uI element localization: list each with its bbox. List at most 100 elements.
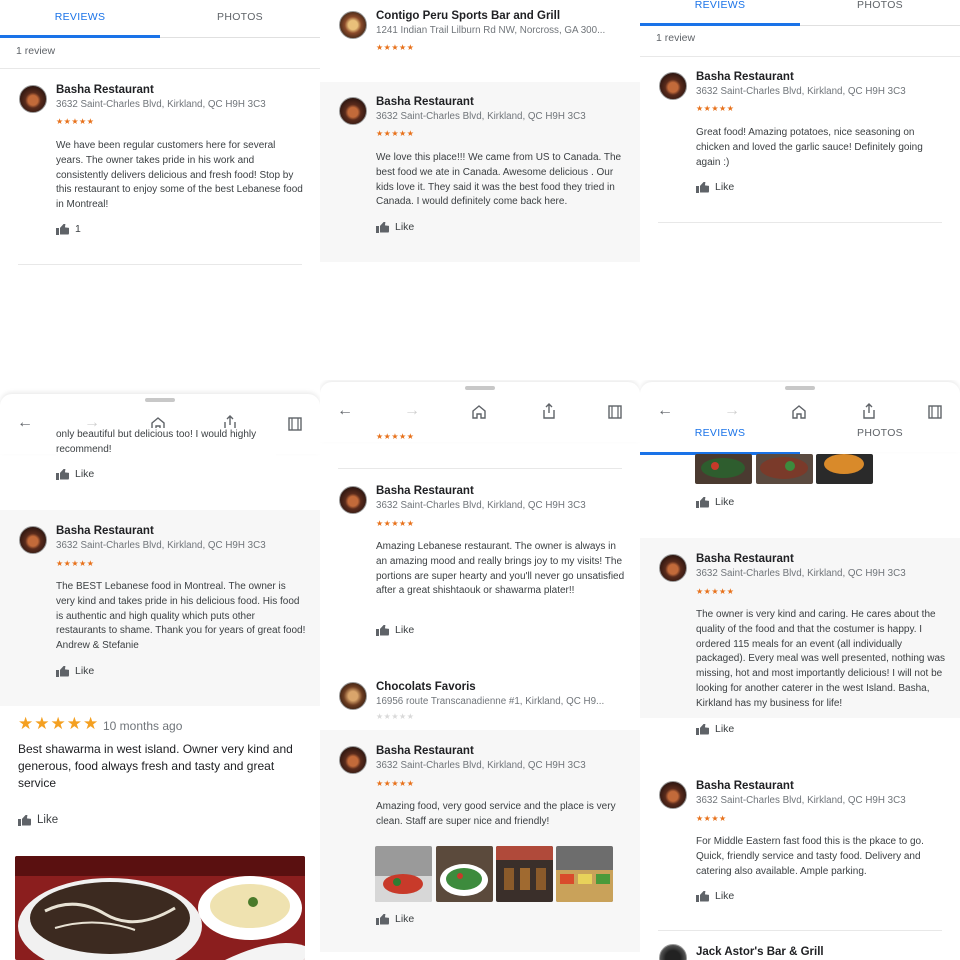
review-photo[interactable] bbox=[816, 454, 873, 484]
tab-bar: REVIEWS PHOTOS bbox=[0, 0, 320, 38]
home-icon[interactable] bbox=[471, 404, 487, 420]
review-photo[interactable] bbox=[375, 846, 432, 902]
review-photo[interactable] bbox=[436, 846, 493, 902]
review-text: Amazing Lebanese restaurant. The owner i… bbox=[376, 541, 625, 597]
like-button[interactable]: Like bbox=[376, 221, 414, 233]
avatar[interactable] bbox=[339, 97, 367, 125]
review-text: Amazing food, very good service and the … bbox=[376, 801, 616, 827]
like-button[interactable]: Like bbox=[56, 468, 94, 480]
other-review-card: Jack Astor's Bar & Grill bbox=[640, 940, 960, 960]
review-photo[interactable] bbox=[556, 846, 613, 902]
place-address: 3632 Saint-Charles Blvd, Kirkland, QC H9… bbox=[376, 111, 586, 122]
reviewer-name[interactable]: Basha Restaurant bbox=[376, 96, 474, 108]
review-card: Basha Restaurant 3632 Saint-Charles Blvd… bbox=[640, 538, 960, 718]
star-rating: ★★★★★ bbox=[376, 432, 415, 441]
review-card: Basha Restaurant 3632 Saint-Charles Blvd… bbox=[640, 57, 960, 227]
tab-photos[interactable]: PHOTOS bbox=[800, 0, 960, 25]
review-text-partial: only beautiful but delicious too! I woul… bbox=[56, 428, 276, 458]
place-address: 1241 Indian Trail Lilburn Rd NW, Norcros… bbox=[376, 25, 606, 36]
tab-bar: REVIEWS PHOTOS bbox=[640, 416, 960, 455]
review-text: The BEST Lebanese food in Montreal. The … bbox=[56, 581, 306, 652]
place-address: 3632 Saint-Charles Blvd, Kirkland, QC H9… bbox=[696, 568, 906, 579]
panel-top-right: REVIEWS PHOTOS 1 review Basha Restaurant… bbox=[640, 0, 960, 380]
like-count: 1 bbox=[75, 223, 81, 235]
avatar[interactable] bbox=[19, 85, 47, 113]
drag-handle[interactable] bbox=[145, 398, 175, 402]
star-rating: ★★★★★ bbox=[56, 117, 95, 126]
back-arrow-icon[interactable]: ← bbox=[335, 402, 355, 420]
tab-reviews[interactable]: REVIEWS bbox=[640, 0, 800, 26]
reviewer-name[interactable]: Basha Restaurant bbox=[56, 525, 154, 537]
reviewer-name[interactable]: Basha Restaurant bbox=[376, 485, 474, 497]
share-icon[interactable] bbox=[541, 403, 557, 419]
review-photo[interactable] bbox=[695, 454, 752, 484]
review-card: Basha Restaurant 3632 Saint-Charles Blvd… bbox=[320, 730, 640, 952]
review-text: We have been regular customers here for … bbox=[56, 140, 303, 211]
review-time: 10 months ago bbox=[103, 719, 183, 733]
thumbs-up-icon bbox=[376, 222, 389, 233]
review-card: Basha Restaurant 3632 Saint-Charles Blvd… bbox=[320, 82, 640, 262]
like-label: Like bbox=[715, 181, 735, 193]
place-address: 16956 route Transcanadienne #1, Kirkland… bbox=[376, 696, 605, 707]
drag-handle[interactable] bbox=[465, 386, 495, 390]
reviewer-name[interactable]: Basha Restaurant bbox=[696, 553, 794, 565]
like-label: Like bbox=[75, 468, 95, 480]
like-button[interactable]: Like bbox=[696, 723, 734, 735]
like-button[interactable]: Like bbox=[696, 890, 734, 902]
review-card: Basha Restaurant 3632 Saint-Charles Blvd… bbox=[0, 510, 320, 706]
tab-bar: REVIEWS PHOTOS bbox=[640, 0, 960, 26]
tabs-icon[interactable] bbox=[287, 416, 303, 432]
tab-photos[interactable]: PHOTOS bbox=[160, 0, 320, 37]
place-address: 3632 Saint-Charles Blvd, Kirkland, QC H9… bbox=[696, 86, 906, 97]
review-card: Basha Restaurant 3632 Saint-Charles Blvd… bbox=[640, 765, 960, 910]
avatar[interactable] bbox=[659, 781, 687, 809]
avatar[interactable] bbox=[659, 554, 687, 582]
reviewer-name[interactable]: Basha Restaurant bbox=[696, 780, 794, 792]
like-button[interactable]: Like bbox=[696, 181, 734, 193]
place-address: 3632 Saint-Charles Blvd, Kirkland, QC H9… bbox=[56, 540, 266, 551]
panel-bottom-left: ← → only beautiful but delicious too! I … bbox=[0, 380, 320, 960]
like-button[interactable]: Like bbox=[18, 814, 58, 826]
like-label: Like bbox=[75, 665, 95, 677]
tab-photos[interactable]: PHOTOS bbox=[800, 416, 960, 454]
avatar[interactable] bbox=[19, 526, 47, 554]
thumbs-up-icon bbox=[376, 625, 389, 636]
avatar[interactable] bbox=[339, 486, 367, 514]
drag-handle[interactable] bbox=[785, 386, 815, 390]
like-button[interactable]: Like bbox=[376, 624, 414, 636]
thumbs-up-icon bbox=[696, 891, 709, 902]
review-count: 1 review bbox=[16, 45, 56, 57]
tab-reviews[interactable]: REVIEWS bbox=[0, 0, 160, 38]
place-name[interactable]: Chocolats Favoris bbox=[376, 681, 476, 693]
thumbs-up-icon bbox=[18, 815, 31, 826]
review-photo[interactable] bbox=[496, 846, 553, 902]
other-review-card: Contigo Peru Sports Bar and Grill 1241 I… bbox=[320, 0, 640, 70]
like-button[interactable]: Like bbox=[696, 496, 734, 508]
star-rating: ★★★★★ bbox=[376, 129, 415, 138]
place-name[interactable]: Contigo Peru Sports Bar and Grill bbox=[376, 10, 560, 22]
review-photo[interactable] bbox=[756, 454, 813, 484]
place-address: 3632 Saint-Charles Blvd, Kirkland, QC H9… bbox=[376, 500, 586, 511]
like-label: Like bbox=[715, 496, 735, 508]
forward-arrow-icon[interactable]: → bbox=[402, 402, 422, 420]
avatar[interactable] bbox=[339, 682, 367, 710]
avatar[interactable] bbox=[339, 11, 367, 39]
place-address: 3632 Saint-Charles Blvd, Kirkland, QC H9… bbox=[56, 99, 266, 110]
avatar[interactable] bbox=[659, 944, 687, 960]
like-button[interactable]: Like bbox=[56, 665, 94, 677]
reviewer-name[interactable]: Basha Restaurant bbox=[56, 84, 154, 96]
divider bbox=[658, 222, 942, 223]
avatar[interactable] bbox=[339, 746, 367, 774]
back-arrow-icon[interactable]: ← bbox=[15, 414, 35, 432]
place-name[interactable]: Jack Astor's Bar & Grill bbox=[696, 946, 824, 958]
reviewer-name[interactable]: Basha Restaurant bbox=[376, 745, 474, 757]
like-button[interactable]: 1 bbox=[56, 223, 81, 235]
reviewer-name[interactable]: Basha Restaurant bbox=[696, 71, 794, 83]
tabs-icon[interactable] bbox=[607, 404, 623, 420]
tab-reviews[interactable]: REVIEWS bbox=[640, 416, 800, 455]
like-label: Like bbox=[395, 913, 415, 925]
food-photo[interactable] bbox=[15, 856, 305, 960]
star-rating: ★★★★ bbox=[696, 814, 727, 823]
avatar[interactable] bbox=[659, 72, 687, 100]
like-button[interactable]: Like bbox=[376, 913, 414, 925]
